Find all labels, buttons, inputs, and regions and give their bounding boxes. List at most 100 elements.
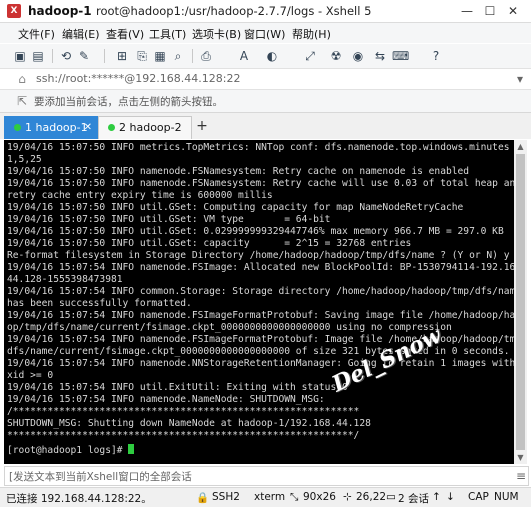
download-icon: ↓ — [446, 491, 455, 503]
terminal-prompt-line[interactable]: [root@hadoop1 logs]# — [7, 444, 135, 457]
address-expand-icon[interactable]: ▾ — [512, 71, 528, 87]
lock-icon[interactable]: ☢ — [328, 48, 344, 64]
menu-window[interactable]: 窗口(W) — [244, 26, 285, 42]
paste-icon[interactable]: ▦ — [152, 48, 168, 64]
terminal-size-icon: ⤡ — [290, 491, 299, 503]
terminal-line: xid >= 0 — [7, 370, 54, 381]
maximize-button[interactable]: ☐ — [479, 0, 501, 22]
terminal-type: xterm — [254, 491, 286, 503]
script-icon[interactable]: ⌨ — [392, 48, 409, 64]
fullscreen-icon[interactable]: ⤢ — [302, 48, 318, 64]
tab-hadoop-2[interactable]: 2 hadoop-2 — [98, 116, 192, 139]
title-bar[interactable]: X hadoop-1 root@hadoop1:/usr/hadoop-2.7.… — [0, 0, 531, 23]
compose-bar[interactable]: [发送文本到当前Xshell窗口的全部会话 ≡ — [4, 466, 529, 486]
transfer-icon[interactable]: ⇆ — [372, 48, 388, 64]
terminal-line: 19/04/16 15:07:50 INFO util.GSet: Comput… — [7, 202, 464, 213]
terminal-line: 19/04/16 15:07:50 INFO util.GSet: VM typ… — [7, 214, 331, 225]
menu-file[interactable]: 文件(F) — [18, 26, 55, 42]
connected-status-icon — [14, 124, 21, 131]
toolbar-separator — [104, 49, 105, 63]
scroll-up-icon[interactable]: ▲ — [514, 140, 527, 153]
add-tab-button[interactable]: + — [193, 117, 211, 135]
address-input[interactable]: ssh://root:******@192.168.44.128:22 — [36, 72, 241, 85]
toolbar-separator — [192, 49, 193, 63]
add-session-arrow-icon[interactable]: ⇱ — [14, 93, 30, 109]
terminal-cursor — [128, 444, 135, 454]
address-bar: ⌂ ssh://root:******@192.168.44.128:22 ▾ — [0, 69, 531, 90]
window-title: hadoop-1 — [28, 4, 92, 18]
terminal-line: SHUTDOWN_MSG: Shutting down NameNode at … — [7, 418, 371, 429]
terminal-line: 19/04/16 15:07:50 INFO util.GSet: 0.0299… — [7, 226, 504, 237]
terminal-line: ****************************************… — [7, 430, 360, 441]
copy-icon[interactable]: ⎘ — [134, 48, 150, 64]
open-folder-icon[interactable]: ▤ — [30, 48, 46, 64]
cursor-position-icon: ⊹ — [343, 491, 352, 503]
terminal-line: 19/04/16 15:07:50 INFO namenode.FSNamesy… — [7, 166, 470, 177]
menu-tabs[interactable]: 选项卡(B) — [192, 26, 241, 42]
connected-status-icon — [108, 124, 115, 131]
window-subtitle: root@hadoop1:/usr/hadoop-2.7.7/logs - Xs… — [96, 4, 372, 18]
terminal-output[interactable]: 19/04/16 15:07:50 INFO metrics.TopMetric… — [4, 140, 514, 464]
xshell-window: X hadoop-1 root@hadoop1:/usr/hadoop-2.7.… — [0, 0, 531, 507]
tab-label: 1 hadoop-1 — [25, 121, 88, 134]
toolbar: ▣ ▤ ⟲ ✎ ⊞ ⎘ ▦ ⌕ ⎙ A ◐ ⤢ ☢ ◉ ⇆ ⌨ ? — [0, 44, 531, 69]
terminal-line: retry cache entry expiry time is 600000 … — [7, 190, 273, 201]
terminal-line: 19/04/16 15:07:54 INFO namenode.NNStorag… — [7, 358, 514, 369]
terminal-line: has been successfully formatted. — [7, 298, 192, 309]
protocol-icon: 🔒 — [196, 492, 210, 504]
upload-icon: ↑ — [432, 491, 441, 503]
shell-prompt: [root@hadoop1 logs]# — [7, 445, 129, 456]
terminal-line: /***************************************… — [7, 406, 360, 417]
terminal-size: 90x26 — [303, 491, 336, 503]
terminal-line: 19/04/16 15:07:54 INFO namenode.NameNode… — [7, 394, 325, 405]
tab-close-icon[interactable]: ✕ — [84, 117, 92, 139]
xshell-app-icon: X — [7, 4, 21, 18]
toolbar-separator — [52, 49, 53, 63]
disconnect-icon[interactable]: ✎ — [76, 48, 92, 64]
menu-help[interactable]: 帮助(H) — [292, 26, 331, 42]
scroll-down-icon[interactable]: ▼ — [514, 451, 527, 464]
tab-hadoop-1[interactable]: 1 hadoop-1 ✕ — [4, 116, 98, 139]
num-lock-indicator: NUM — [494, 491, 519, 503]
session-hint-bar: ⇱ 要添加当前会话，点击左侧的箭头按钮。 — [0, 90, 531, 113]
font-icon[interactable]: A — [236, 48, 252, 64]
sessions-icon: ▭ — [386, 491, 396, 503]
protocol-status: SSH2 — [212, 491, 240, 503]
print-icon[interactable]: ⎙ — [198, 48, 214, 64]
session-hint-text: 要添加当前会话，点击左侧的箭头按钮。 — [34, 96, 223, 108]
terminal-line: 1,5,25 — [7, 154, 42, 165]
compose-menu-icon[interactable]: ≡ — [513, 468, 529, 484]
menu-view[interactable]: 查看(V) — [106, 26, 144, 42]
menu-tools[interactable]: 工具(T) — [149, 26, 186, 42]
terminal-line: op/tmp/dfs/name/current/fsimage.ckpt_000… — [7, 322, 452, 333]
scroll-thumb[interactable] — [516, 154, 525, 450]
status-bar: 已连接 192.168.44.128:22。 🔒 SSH2 xterm ⤡ 90… — [0, 487, 531, 507]
terminal-line: 44.128-1555398473981 — [7, 274, 123, 285]
connection-status: 已连接 192.168.44.128:22。 — [6, 493, 152, 505]
terminal-line: 19/04/16 15:07:50 INFO namenode.FSNamesy… — [7, 178, 514, 189]
terminal-scrollbar[interactable]: ▲ ▼ — [514, 140, 527, 464]
help-icon[interactable]: ? — [428, 48, 444, 64]
tab-label: 2 hadoop-2 — [119, 121, 182, 134]
compose-bar-text: [发送文本到当前Xshell窗口的全部会话 — [9, 471, 192, 483]
color-scheme-icon[interactable]: ◐ — [264, 48, 280, 64]
terminal-line: Re-format filesystem in Storage Director… — [7, 250, 510, 261]
reconnect-icon[interactable]: ⟲ — [58, 48, 74, 64]
terminal-line: 19/04/16 15:07:50 INFO metrics.TopMetric… — [7, 142, 514, 153]
session-count: 2 会话 — [398, 493, 430, 505]
terminal-line: 19/04/16 15:07:54 INFO namenode.FSImageF… — [7, 310, 514, 321]
properties-icon[interactable]: ⊞ — [114, 48, 130, 64]
menu-bar: 文件(F) 编辑(E) 查看(V) 工具(T) 选项卡(B) 窗口(W) 帮助(… — [0, 23, 531, 43]
new-session-icon[interactable]: ▣ — [12, 48, 28, 64]
xftp-icon[interactable]: ◉ — [350, 48, 366, 64]
close-button[interactable]: ✕ — [502, 0, 524, 22]
terminal-line: 19/04/16 15:07:54 INFO common.Storage: S… — [7, 286, 514, 297]
terminal-line: 19/04/16 15:07:54 INFO util.ExitUtil: Ex… — [7, 382, 348, 393]
cursor-position: 26,22 — [356, 491, 387, 503]
address-lock-icon: ⌂ — [18, 72, 26, 86]
terminal-line: 19/04/16 15:07:54 INFO namenode.FSImage:… — [7, 262, 514, 273]
find-icon[interactable]: ⌕ — [170, 48, 186, 64]
menu-edit[interactable]: 编辑(E) — [62, 26, 100, 42]
tab-bar: 1 hadoop-1 ✕ 2 hadoop-2 — [0, 113, 531, 139]
minimize-button[interactable]: — — [456, 0, 478, 22]
